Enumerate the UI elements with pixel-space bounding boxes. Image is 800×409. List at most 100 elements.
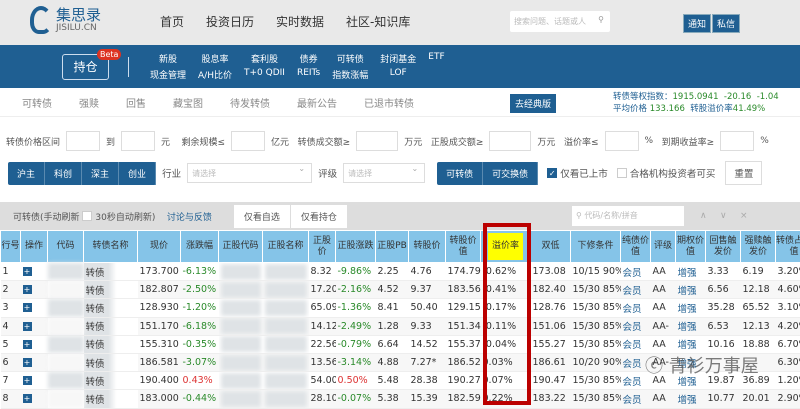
listed-only-checkbox[interactable]: ✓ (547, 168, 557, 178)
stock-volume-input[interactable] (489, 131, 531, 151)
table-row[interactable]: 8+12转债183.000-0.44%28.10-0.07%5.3815.391… (1, 390, 800, 408)
bond-value[interactable]: 会员 (621, 281, 651, 299)
reset-button[interactable]: 重置 (725, 161, 762, 185)
tab-pending[interactable]: 待发转债 (230, 95, 270, 110)
nav-community[interactable]: 社区-知识库 (346, 13, 410, 30)
market-gem[interactable]: 创业 (119, 162, 156, 185)
prev-match-button[interactable]: ∧ (700, 211, 707, 221)
market-star[interactable]: 科创 (45, 162, 82, 185)
column-header[interactable]: 现价 (138, 231, 181, 263)
column-header[interactable]: 回售触发价 (706, 231, 741, 263)
column-header[interactable]: 正股代码 (219, 231, 263, 263)
add-button[interactable]: + (21, 281, 48, 299)
plus-icon[interactable]: + (23, 303, 32, 312)
column-header[interactable]: 涨跌幅 (181, 231, 219, 263)
clear-search-button[interactable]: × (740, 211, 748, 221)
menu-cash[interactable]: 现金管理 (150, 68, 186, 81)
tab-announcements[interactable]: 最新公告 (297, 95, 337, 110)
auto-refresh-checkbox[interactable] (82, 211, 92, 221)
menu-reits[interactable]: REITs (297, 68, 320, 81)
column-header[interactable]: 操作 (21, 231, 48, 263)
column-header[interactable]: 行号 (1, 231, 21, 263)
column-header[interactable]: 正股涨跌 (336, 231, 376, 263)
add-button[interactable]: + (21, 372, 48, 390)
type-exchangeable[interactable]: 可交换债 (483, 162, 538, 185)
menu-qdii[interactable]: T+0 QDII (244, 68, 285, 81)
tab-treasure-map[interactable]: 藏宝图 (173, 95, 203, 110)
column-header[interactable]: 正股名称 (263, 231, 309, 263)
market-sh-main[interactable]: 沪主 (8, 162, 45, 185)
column-header[interactable]: 转债占市值 (776, 231, 800, 263)
table-row[interactable]: 4+11转债151.170-6.18%14.12-2.49%1.289.3315… (1, 317, 800, 335)
notify-button[interactable]: 通知 (683, 14, 711, 33)
rating-select[interactable]: 请选择 (343, 163, 425, 183)
column-header[interactable]: 下修条件 (571, 231, 621, 263)
plus-icon[interactable]: + (23, 340, 32, 349)
plus-icon[interactable]: + (23, 394, 32, 403)
add-button[interactable]: + (21, 335, 48, 353)
table-search-input[interactable]: ⚲ 代码/名称/拼音 (572, 206, 684, 226)
add-button[interactable]: + (21, 299, 48, 317)
column-header[interactable]: 转股价 (409, 231, 446, 263)
column-header[interactable]: 代码 (48, 231, 84, 263)
type-convertible[interactable]: 可转债 (437, 162, 483, 185)
option-value[interactable]: 增强 (676, 390, 706, 408)
column-header[interactable]: 溢价率 (481, 231, 531, 263)
classic-version-button[interactable]: 去经典版 (510, 94, 556, 113)
plus-icon[interactable]: + (23, 285, 32, 294)
column-header[interactable]: 正股PB (376, 231, 409, 263)
next-match-button[interactable]: ∨ (720, 211, 727, 221)
only-favorites-button[interactable]: 仅看自选 (234, 205, 291, 228)
nav-calendar[interactable]: 投资日历 (206, 13, 254, 30)
column-header[interactable]: 正股价 (309, 231, 336, 263)
ytm-input[interactable] (720, 131, 754, 151)
bond-value[interactable]: 会员 (621, 317, 651, 335)
logo[interactable]: 集思录JISILU.CN (30, 6, 101, 34)
plus-icon[interactable]: + (23, 267, 32, 276)
table-row[interactable]: 5+11转债155.310-0.35%22.56-0.79%6.6414.521… (1, 335, 800, 353)
menu-arbitrage[interactable]: 套利股 (244, 52, 285, 65)
tab-putback[interactable]: 回售 (126, 95, 146, 110)
feedback-link[interactable]: 讨论与反馈 (167, 210, 212, 223)
table-row[interactable]: 1+11转债173.700-6.13%8.32-9.86%2.254.76174… (1, 263, 800, 281)
industry-select[interactable]: 请选择 (187, 163, 312, 183)
nav-home[interactable]: 首页 (160, 13, 184, 30)
search-input[interactable]: 搜索问题、话题或人⚲ (510, 11, 610, 32)
column-header[interactable]: 双低 (531, 231, 571, 263)
add-button[interactable]: + (21, 353, 48, 371)
column-header[interactable]: 转债名称 (84, 231, 138, 263)
tab-redeem[interactable]: 强赎 (79, 95, 99, 110)
add-button[interactable]: + (21, 390, 48, 408)
add-button[interactable]: + (21, 263, 48, 281)
bond-value[interactable]: 会员 (621, 335, 651, 353)
menu-closed-fund[interactable]: 封闭基金 (380, 52, 416, 65)
premium-input[interactable] (605, 131, 639, 151)
option-value[interactable]: 增强 (676, 263, 706, 281)
column-header[interactable]: 强赎触发价 (741, 231, 776, 263)
menu-convertible[interactable]: 可转债 (332, 52, 368, 65)
column-header[interactable]: 转股价值 (446, 231, 481, 263)
only-holdings-button[interactable]: 仅看持仓 (291, 205, 348, 228)
menu-ah[interactable]: A/H比价 (198, 68, 232, 81)
table-row[interactable]: 3+11转债128.930-1.20%65.09-1.36%8.4150.401… (1, 299, 800, 317)
search-icon[interactable]: ⚲ (598, 15, 604, 24)
table-row[interactable]: 2+11转债182.807-2.50%17.20-2.16%4.529.3718… (1, 281, 800, 299)
message-button[interactable]: 私信 (712, 14, 740, 33)
menu-new-stock[interactable]: 新股 (150, 52, 186, 65)
option-value[interactable]: 增强 (676, 281, 706, 299)
add-button[interactable]: + (21, 317, 48, 335)
market-sz-main[interactable]: 深主 (82, 162, 119, 185)
nav-realtime[interactable]: 实时数据 (276, 13, 324, 30)
menu-etf[interactable]: ETF (428, 52, 444, 65)
plus-icon[interactable]: + (23, 358, 32, 367)
qualified-checkbox[interactable] (617, 168, 627, 178)
option-value[interactable]: 增强 (676, 335, 706, 353)
menu-bonds[interactable]: 债券 (297, 52, 320, 65)
menu-index[interactable]: 指数涨幅 (332, 68, 368, 81)
bond-value[interactable]: 会员 (621, 263, 651, 281)
column-header[interactable]: 评级 (651, 231, 676, 263)
menu-dividend[interactable]: 股息率 (198, 52, 232, 65)
plus-icon[interactable]: + (23, 376, 32, 385)
column-header[interactable]: 纯债价值 (621, 231, 651, 263)
plus-icon[interactable]: + (23, 322, 32, 331)
